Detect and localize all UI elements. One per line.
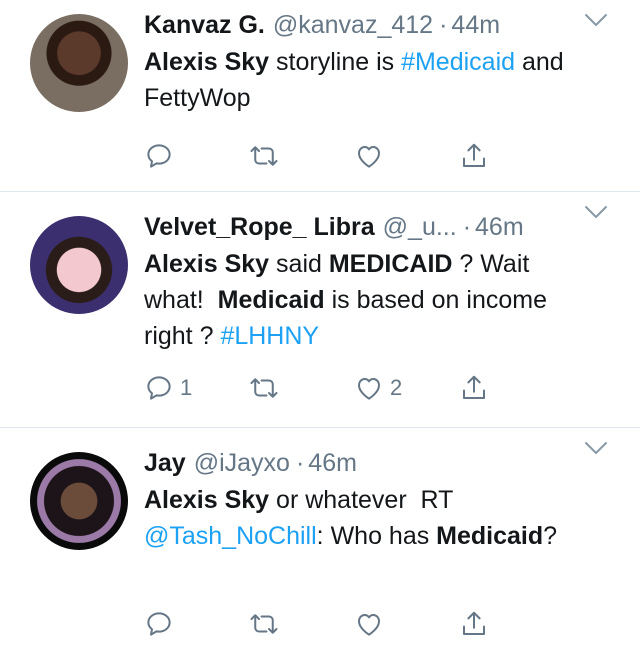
retweet-button[interactable]: [249, 138, 354, 174]
reply-icon: [147, 144, 171, 168]
share-icon: [463, 375, 485, 399]
more-options-button[interactable]: [582, 6, 610, 34]
share-button[interactable]: [459, 370, 564, 406]
separator-dot: ·: [462, 213, 472, 241]
mention-bold: Alexis Sky: [144, 486, 270, 514]
chevron-down-icon: [585, 442, 607, 454]
share-button[interactable]: [459, 138, 564, 174]
chevron-down-icon: [585, 206, 607, 218]
text-span: ?: [543, 522, 558, 550]
tweet[interactable]: Jay @iJayxo · 46m Alexis Sky or whatever…: [0, 428, 640, 664]
timestamp[interactable]: 46m: [308, 448, 357, 478]
mention-bold: Alexis Sky: [144, 250, 270, 278]
retweet-icon: [250, 614, 278, 634]
avatar[interactable]: [30, 452, 128, 550]
share-icon: [463, 143, 485, 167]
tweet-feed: Kanvaz G. @kanvaz_412 · 44m Alexis Sky s…: [0, 0, 640, 664]
tweet[interactable]: Kanvaz G. @kanvaz_412 · 44m Alexis Sky s…: [0, 0, 640, 192]
like-icon: [358, 378, 380, 400]
reply-count: 1: [180, 375, 193, 400]
author-name[interactable]: Velvet_Rope_ Libra: [144, 212, 375, 242]
tweet-header: Jay @iJayxo · 46m: [144, 448, 584, 478]
more-options-button[interactable]: [582, 434, 610, 462]
like-count: 2: [390, 375, 403, 400]
timestamp[interactable]: 44m: [451, 10, 500, 40]
tweet-header: Velvet_Rope_ Libra @_u... · 46m: [144, 212, 584, 242]
like-button[interactable]: [354, 606, 459, 642]
retweet-icon: [250, 146, 278, 166]
mention-bold: Alexis Sky: [144, 48, 270, 76]
more-options-button[interactable]: [582, 198, 610, 226]
text-span: storyline is: [269, 48, 402, 76]
like-icon: [358, 146, 380, 168]
retweet-button[interactable]: [249, 370, 354, 406]
keyword-bold: Medicaid: [217, 286, 325, 314]
tweet-body: Velvet_Rope_ Libra @_u... · 46m Alexis S…: [144, 212, 640, 427]
share-button[interactable]: [459, 606, 564, 642]
tweet-header: Kanvaz G. @kanvaz_412 · 44m: [144, 10, 584, 40]
tweet-actions: [144, 138, 564, 174]
reply-icon: [147, 376, 171, 400]
chevron-down-icon: [585, 14, 607, 26]
keyword-bold: MEDICAID: [328, 250, 453, 278]
author-name[interactable]: Kanvaz G.: [144, 10, 265, 40]
like-button[interactable]: [354, 138, 459, 174]
author-handle[interactable]: @_u...: [383, 212, 457, 242]
tweet[interactable]: Velvet_Rope_ Libra @_u... · 46m Alexis S…: [0, 192, 640, 428]
mention-link[interactable]: @Tash_NoChill: [144, 522, 317, 550]
text-span: or whatever RT: [269, 486, 460, 514]
tweet-actions: 1 2: [144, 370, 564, 406]
author-handle[interactable]: @kanvaz_412: [273, 10, 433, 40]
reply-button[interactable]: [144, 606, 249, 642]
reply-button[interactable]: [144, 138, 249, 174]
like-icon: [358, 614, 380, 636]
retweet-button[interactable]: [249, 606, 354, 642]
tweet-body: Jay @iJayxo · 46m Alexis Sky or whatever…: [144, 448, 640, 664]
author-handle[interactable]: @iJayxo: [194, 448, 290, 478]
keyword-bold: Medicaid: [436, 522, 544, 550]
timestamp[interactable]: 46m: [475, 212, 524, 242]
hashtag-link[interactable]: #Medicaid: [401, 48, 515, 76]
separator-dot: ·: [295, 449, 305, 477]
text-span: said: [269, 250, 329, 278]
tweet-text: Alexis Sky or whatever RT @Tash_NoChill:…: [144, 482, 584, 554]
like-button[interactable]: 2: [354, 370, 459, 406]
tweet-body: Kanvaz G. @kanvaz_412 · 44m Alexis Sky s…: [144, 10, 640, 191]
share-icon: [463, 611, 485, 635]
author-name[interactable]: Jay: [144, 448, 186, 478]
tweet-text: Alexis Sky said MEDICAID ? Wait what! Me…: [144, 246, 584, 354]
avatar[interactable]: [30, 216, 128, 314]
tweet-text: Alexis Sky storyline is #Medicaid and Fe…: [144, 44, 584, 116]
hashtag-link[interactable]: #LHHNY: [220, 322, 319, 350]
avatar[interactable]: [30, 14, 128, 112]
tweet-actions: [144, 606, 564, 642]
text-span: : Who has: [316, 522, 437, 550]
separator-dot: ·: [439, 11, 448, 39]
reply-button[interactable]: 1: [144, 370, 249, 406]
retweet-icon: [250, 378, 278, 398]
reply-icon: [147, 612, 171, 636]
